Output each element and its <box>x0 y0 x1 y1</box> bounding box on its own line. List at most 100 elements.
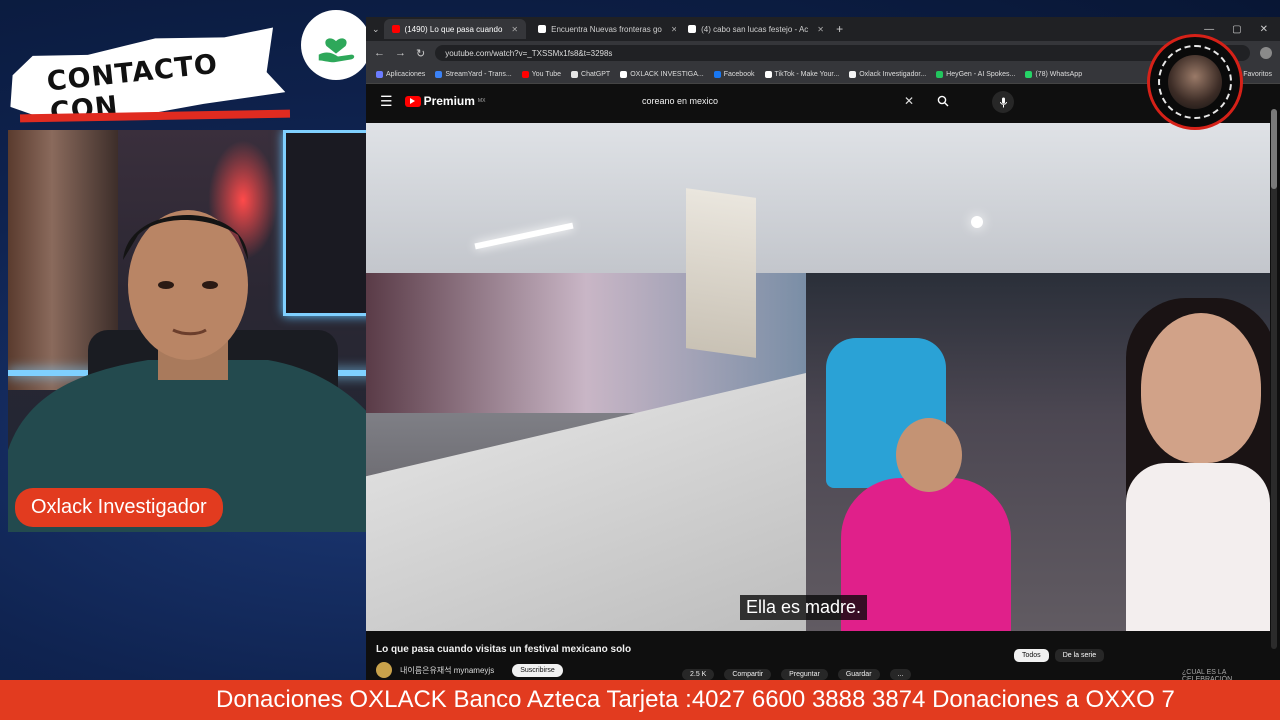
tab-tiktok[interactable]: Encuentra Nuevas fronteras go ✕ <box>530 19 676 39</box>
video-scene-ceiling <box>366 123 1270 273</box>
more-button[interactable]: ... <box>889 669 912 680</box>
streamyard-icon <box>435 70 443 78</box>
close-icon[interactable]: ✕ <box>511 25 518 34</box>
gmail-icon <box>849 70 857 78</box>
browser-window: ⌄ (1490) Lo que pasa cuando ✕ Encuentra … <box>366 17 1280 680</box>
x-icon <box>688 25 697 33</box>
channel-avatar[interactable] <box>376 662 392 678</box>
page-scrollbar[interactable] <box>1271 109 1277 649</box>
youtube-play-icon <box>404 95 421 107</box>
forward-icon[interactable]: → <box>395 47 406 59</box>
filter-chip-series[interactable]: De la serie <box>1054 649 1105 662</box>
bookmark-label: Oxlack Investigador... <box>859 70 927 78</box>
address-bar-row: ← → ↻ youtube.com/watch?v=_TXSSMx1fs8&t=… <box>366 41 1280 65</box>
youtube-header: ☰ Premium MX coreano en mexico ✕ <box>366 84 1280 118</box>
brand-banner: CONTACTO CON <box>8 28 291 120</box>
bookmarks-folder[interactable]: Favoritos <box>1243 71 1280 78</box>
bookmark-label: OXLACK INVESTIGA... <box>630 70 704 78</box>
donation-ticker: Donaciones OXLACK Banco Azteca Tarjeta :… <box>0 680 1280 720</box>
video-girl-face <box>896 418 962 492</box>
region-code: MX <box>477 98 486 104</box>
channel-name[interactable]: 내이름은유재석 mynameyjs <box>400 665 494 676</box>
streamer-name-tag: Oxlack Investigador <box>15 488 223 527</box>
bookmark-item[interactable]: TikTok - Make Your... <box>764 70 839 78</box>
maximize-icon[interactable]: ▢ <box>1232 24 1241 35</box>
scrollbar-thumb[interactable] <box>1271 109 1277 189</box>
profile-avatar[interactable] <box>1260 47 1272 59</box>
bookmark-label: Facebook <box>723 70 755 78</box>
search-input[interactable]: coreano en mexico <box>628 96 904 106</box>
video-actions: 2.5 K Compartir Preguntar Guardar ... <box>682 669 912 680</box>
bookmark-item[interactable]: OXLACK INVESTIGA... <box>620 70 704 78</box>
bookmark-item[interactable]: Oxlack Investigador... <box>849 70 927 78</box>
chatgpt-icon <box>571 70 579 78</box>
bookmark-label: You Tube <box>531 70 562 78</box>
tab-label: (1490) Lo que pasa cuando <box>404 24 503 34</box>
youtube-logo[interactable]: Premium MX <box>404 94 486 108</box>
microphone-icon <box>999 97 1007 107</box>
tab-label: (4) cabo san lucas festejo - Ac <box>701 24 809 34</box>
ticker-text: Donaciones OXLACK Banco Azteca Tarjeta :… <box>216 686 1175 713</box>
tiktok-icon <box>620 70 628 78</box>
ask-button[interactable]: Preguntar <box>781 669 828 680</box>
voice-search-button[interactable] <box>992 91 1014 113</box>
video-scene-light <box>971 216 983 228</box>
tab-label: Encuentra Nuevas fronteras go <box>551 24 662 34</box>
bookmark-label: Aplicaciones <box>386 70 426 78</box>
hand-heart-icon <box>318 38 355 63</box>
video-scene-poster <box>686 188 756 358</box>
tab-search-icon[interactable]: ⌄ <box>372 24 380 35</box>
back-icon[interactable]: ← <box>374 47 385 59</box>
bookmark-label: Favoritos <box>1243 70 1272 78</box>
clear-search-icon[interactable]: ✕ <box>904 94 914 108</box>
related-filters: Todos De la serie <box>1014 649 1105 662</box>
url-input[interactable]: youtube.com/watch?v=_TXSSMx1fs8&t=3298s <box>435 45 1250 61</box>
video-title: Lo que pasa cuando visitas un festival m… <box>376 644 632 655</box>
webcam-feed <box>8 130 410 532</box>
facebook-icon <box>713 70 721 78</box>
video-person-face <box>1141 313 1261 463</box>
filter-chip-all[interactable]: Todos <box>1014 649 1049 662</box>
share-button[interactable]: Compartir <box>724 669 772 680</box>
new-tab-button[interactable]: + <box>830 22 849 36</box>
bookmarks-bar: Aplicaciones StreamYard - Trans... You T… <box>366 65 1280 84</box>
tab-x[interactable]: (4) cabo san lucas festejo - Ac ✕ <box>680 19 826 39</box>
bookmark-item[interactable]: HeyGen - AI Spokes... <box>936 70 1015 78</box>
window-controls: — ▢ ✕ <box>1204 24 1280 35</box>
video-subtitle: Ella es madre. <box>740 595 868 620</box>
tab-bar: ⌄ (1490) Lo que pasa cuando ✕ Encuentra … <box>366 17 1280 41</box>
tiktok-icon <box>764 70 772 78</box>
bookmark-label: StreamYard - Trans... <box>445 70 512 78</box>
streamer-person <box>8 210 410 532</box>
bookmark-item[interactable]: ChatGPT <box>571 70 611 78</box>
heygen-icon <box>936 70 944 78</box>
youtube-logo-text: Premium <box>423 94 475 108</box>
close-icon[interactable]: ✕ <box>671 25 676 34</box>
subscribe-button[interactable]: Suscribirse <box>512 663 563 677</box>
donation-hand-heart-icon <box>301 10 371 80</box>
logo-portrait <box>1168 55 1222 109</box>
video-person-body <box>1126 463 1270 631</box>
reload-icon[interactable]: ↻ <box>416 47 425 60</box>
like-button[interactable]: 2.5 K <box>682 669 715 680</box>
whatsapp-icon <box>1025 70 1033 78</box>
search-button[interactable] <box>928 91 958 111</box>
tab-youtube[interactable]: (1490) Lo que pasa cuando ✕ <box>383 19 527 39</box>
menu-icon[interactable]: ☰ <box>380 93 393 110</box>
close-window-icon[interactable]: ✕ <box>1260 24 1268 35</box>
bookmark-item[interactable]: You Tube <box>521 70 562 78</box>
bookmark-item[interactable]: Aplicaciones <box>376 70 426 78</box>
bookmark-label: ChatGPT <box>581 70 611 78</box>
bookmark-item[interactable]: (78) WhatsApp <box>1025 70 1083 78</box>
video-player[interactable]: Ella es madre. <box>366 123 1270 631</box>
channel-round-logo <box>1147 34 1243 130</box>
save-button[interactable]: Guardar <box>837 669 880 680</box>
close-icon[interactable]: ✕ <box>817 25 824 34</box>
bookmark-item[interactable]: StreamYard - Trans... <box>435 70 512 78</box>
apps-icon <box>376 70 383 78</box>
channel-row: 내이름은유재석 mynameyjs Suscribirse <box>376 662 563 678</box>
bookmark-item[interactable]: Facebook <box>713 70 755 78</box>
minimize-icon[interactable]: — <box>1204 24 1214 35</box>
related-video-title[interactable]: ¿CUAL ES LA CELEBRACIÓN... <box>1182 669 1280 680</box>
bookmark-label: (78) WhatsApp <box>1035 70 1083 78</box>
